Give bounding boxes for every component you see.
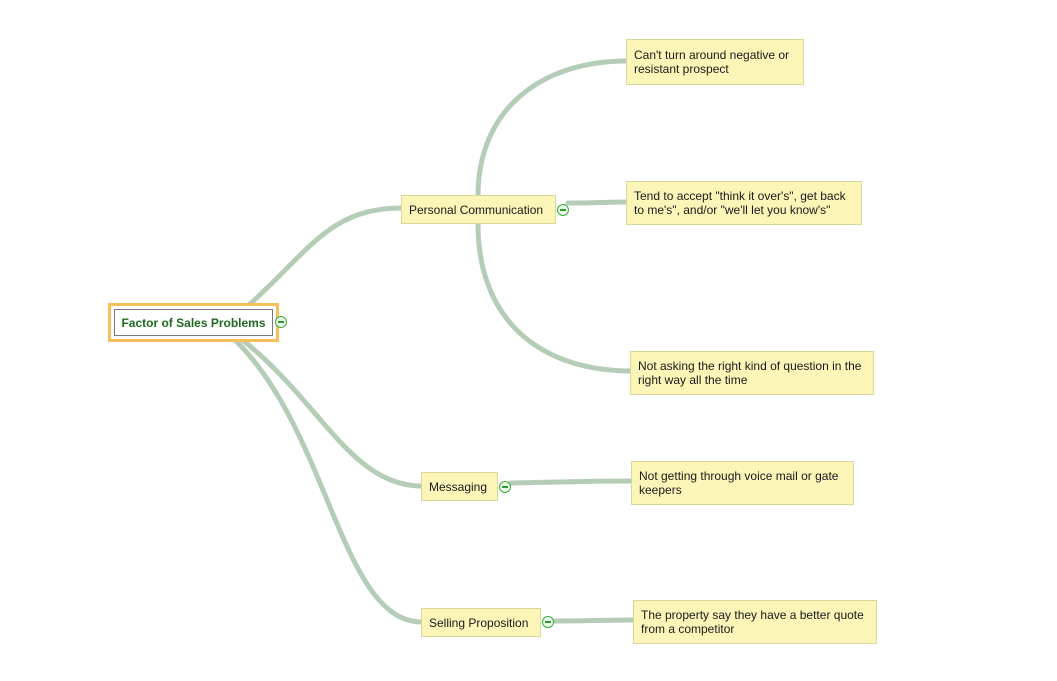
collapse-minus-icon[interactable] [557, 204, 569, 216]
connector-root-messaging [237, 335, 425, 489]
branch-node-personal-communication[interactable]: Personal Communication [401, 195, 556, 224]
collapse-minus-icon[interactable] [275, 316, 287, 328]
leaf-node[interactable]: Tend to accept "think it over's", get ba… [626, 181, 862, 225]
root-node[interactable]: Factor of Sales Problems [108, 303, 279, 342]
collapse-minus-icon[interactable] [499, 481, 511, 493]
connector-pc-child-3 [475, 221, 634, 374]
leaf-label: Not asking the right kind of question in… [638, 359, 862, 387]
leaf-label: Not getting through voice mail or gate k… [639, 469, 839, 497]
leaf-node[interactable]: The property say they have a better quot… [633, 600, 877, 644]
leaf-node[interactable]: Can't turn around negative or resistant … [626, 39, 804, 85]
branch-node-selling-proposition[interactable]: Selling Proposition [421, 608, 541, 637]
connector-pc-child-1 [475, 58, 630, 199]
connector-messaging-child-1 [507, 478, 635, 486]
branch-node-messaging[interactable]: Messaging [421, 472, 498, 501]
leaf-node[interactable]: Not asking the right kind of question in… [630, 351, 874, 395]
connector-root-personal-communication [247, 205, 405, 307]
connector-selling-child-1 [550, 617, 637, 624]
leaf-label: Tend to accept "think it over's", get ba… [634, 189, 846, 217]
collapse-minus-icon[interactable] [542, 616, 554, 628]
mind-map-canvas[interactable]: Factor of Sales Problems Personal Commun… [0, 0, 1057, 681]
root-node-label: Factor of Sales Problems [114, 309, 273, 336]
branch-label: Selling Proposition [429, 615, 529, 630]
leaf-label: Can't turn around negative or resistant … [634, 48, 790, 76]
branch-label: Messaging [429, 479, 488, 494]
connector-pc-child-2 [565, 199, 630, 206]
leaf-label: The property say they have a better quot… [641, 608, 864, 636]
branch-label: Personal Communication [409, 202, 544, 217]
leaf-node[interactable]: Not getting through voice mail or gate k… [631, 461, 854, 505]
